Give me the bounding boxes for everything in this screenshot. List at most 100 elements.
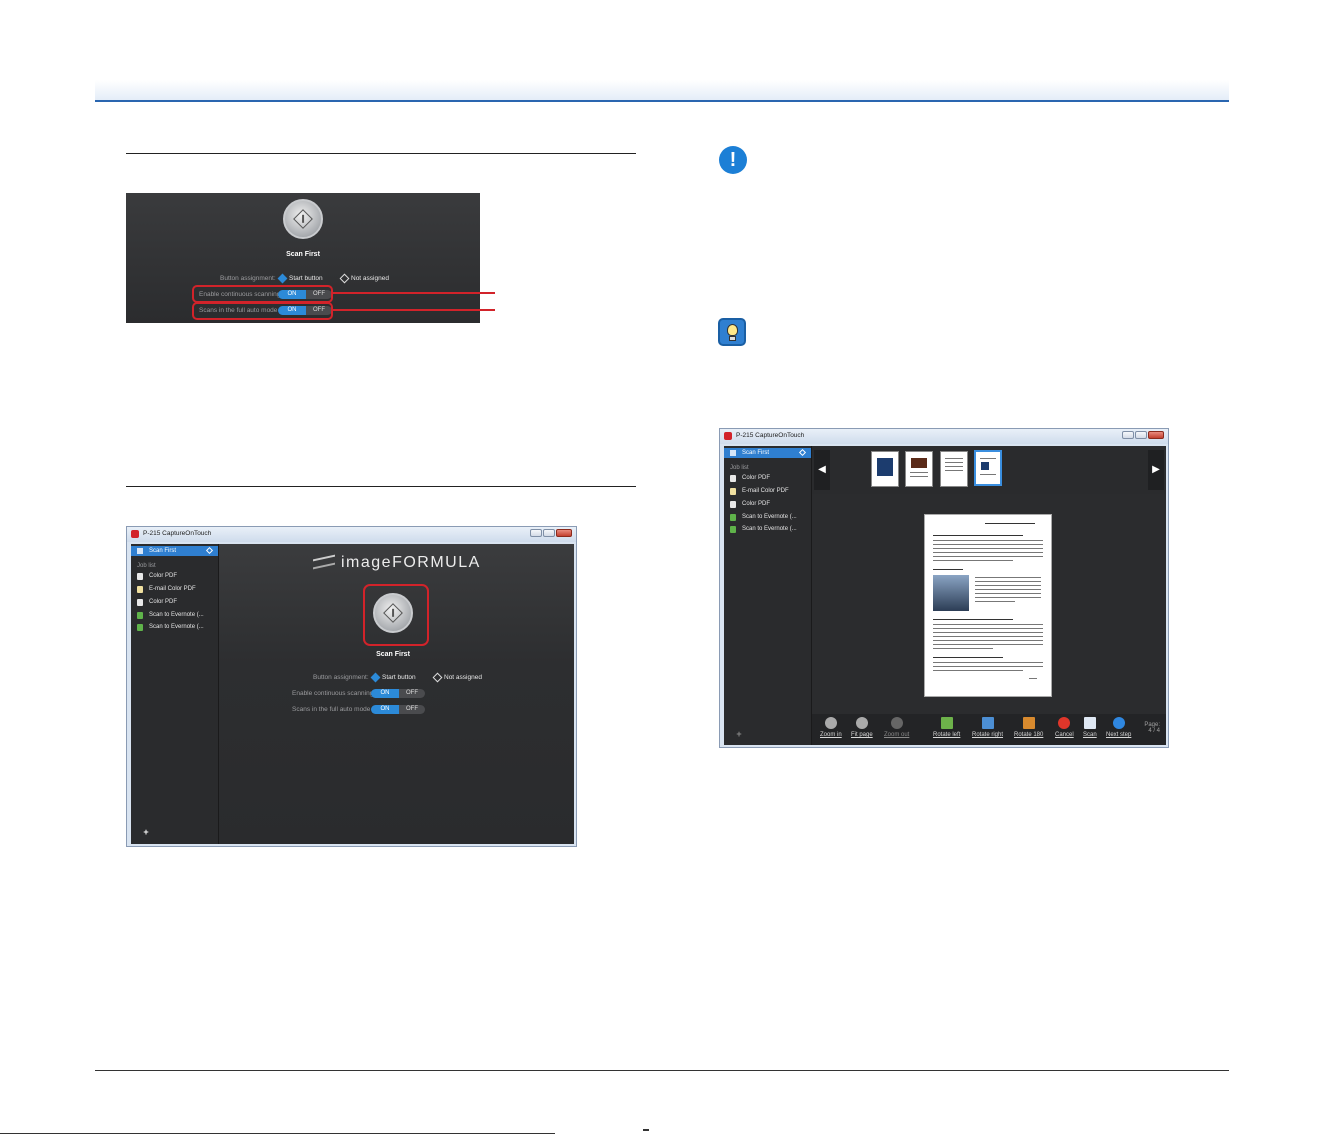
- important-exclamation-icon: !: [719, 146, 747, 174]
- close-button[interactable]: [1148, 431, 1164, 439]
- pdf-icon: [730, 501, 736, 508]
- full-auto-label: Scans in the full auto mode: [292, 706, 371, 713]
- pdf-icon: [137, 573, 143, 580]
- scan-icon: [1083, 717, 1096, 729]
- thumbnail-strip: ◀ ▶: [812, 446, 1166, 494]
- window-title-bar: P-215 CaptureOnTouch: [720, 429, 1168, 444]
- cancel-icon: [1058, 717, 1071, 729]
- evernote-icon: [137, 624, 143, 631]
- maximize-button[interactable]: [1135, 431, 1147, 439]
- callout-box-continuous: [192, 285, 333, 303]
- capture-window-main: P-215 CaptureOnTouch Scan First Job list…: [126, 526, 577, 847]
- page-indicator: Page: 4 / 4: [1144, 722, 1160, 734]
- callout-box-start-button: [363, 584, 429, 646]
- add-job-button[interactable]: +: [734, 729, 744, 739]
- scroll-right-button[interactable]: ▶: [1148, 450, 1164, 490]
- footer-rule: [95, 1070, 1229, 1071]
- close-button[interactable]: [556, 529, 572, 537]
- section-rule-1: [126, 153, 636, 154]
- sidebar-item-job[interactable]: Scan to Evernote (...: [730, 526, 797, 533]
- next-step-arrow-icon: [1112, 717, 1125, 729]
- page-thumbnail[interactable]: [905, 451, 933, 487]
- header-band: [95, 80, 1229, 100]
- button-assignment-label: Button assignment:: [313, 674, 369, 681]
- zoom-in-icon: [824, 717, 837, 729]
- sidebar-item-scan-first[interactable]: Scan First: [724, 448, 811, 458]
- sidebar-item-job[interactable]: E-mail Color PDF: [730, 488, 789, 495]
- footer-mark: [643, 1129, 649, 1131]
- viewer-toolbar: Zoom in Fit page Zoom out Rotate left Ro…: [812, 714, 1166, 745]
- evernote-icon: [730, 526, 736, 533]
- page-thumbnail[interactable]: [871, 451, 899, 487]
- document-photo: [933, 575, 969, 611]
- radio-unselected-icon: [339, 273, 350, 284]
- scroll-left-button[interactable]: ◀: [814, 450, 830, 490]
- zoom-in-button[interactable]: Zoom in: [820, 717, 842, 738]
- rotate-left-button[interactable]: Rotate left: [933, 717, 960, 738]
- zoom-out-button[interactable]: Zoom out: [884, 717, 909, 738]
- full-auto-toggle[interactable]: ON OFF: [371, 705, 425, 714]
- window-title-bar: P-215 CaptureOnTouch: [127, 527, 576, 542]
- app-icon: [724, 432, 732, 440]
- job-name-label: Scan First: [376, 651, 410, 658]
- job-sidebar: Scan First Job list Color PDF E-mail Col…: [724, 446, 812, 745]
- email-icon: [730, 488, 736, 495]
- window-controls: [1122, 431, 1164, 439]
- email-icon: [137, 586, 143, 593]
- capture-window-viewer: P-215 CaptureOnTouch Scan First Job list…: [719, 428, 1169, 748]
- add-job-button[interactable]: +: [141, 827, 151, 837]
- job-icon: [137, 548, 143, 554]
- page-thumbnail[interactable]: [940, 451, 968, 487]
- sidebar-item-job[interactable]: Color PDF: [730, 475, 770, 482]
- not-assigned-option[interactable]: Not assigned: [339, 273, 389, 284]
- maximize-button[interactable]: [543, 529, 555, 537]
- continuous-scanning-toggle[interactable]: ON OFF: [371, 689, 425, 698]
- section-rule-2: [126, 486, 636, 487]
- continuous-scanning-label: Enable continuous scanning: [292, 690, 374, 697]
- cancel-button[interactable]: Cancel: [1055, 717, 1074, 738]
- minimize-button[interactable]: [530, 529, 542, 537]
- start-button-option[interactable]: Start button: [370, 672, 416, 683]
- header-rule: [95, 100, 1229, 102]
- window-controls: [530, 529, 572, 537]
- evernote-icon: [730, 514, 736, 521]
- sidebar-item-scan-first[interactable]: Scan First: [131, 546, 218, 556]
- logo-wave-icon: [313, 554, 335, 570]
- job-icon: [730, 450, 736, 456]
- rotate-right-button[interactable]: Rotate right: [972, 717, 1003, 738]
- rotate-180-button[interactable]: Rotate 180: [1014, 717, 1043, 738]
- pdf-icon: [137, 599, 143, 606]
- fit-page-button[interactable]: Fit page: [851, 717, 873, 738]
- callout-line-continuous: [333, 292, 495, 294]
- button-assignment-label: Button assignment:: [220, 275, 276, 282]
- not-assigned-option[interactable]: Not assigned: [432, 672, 482, 683]
- sidebar-item-job[interactable]: E-mail Color PDF: [137, 586, 196, 593]
- callout-line-full-auto: [333, 309, 495, 311]
- sidebar-item-job[interactable]: Color PDF: [137, 599, 177, 606]
- start-button-icon: [798, 448, 807, 457]
- imageformula-logo: imageFORMULA: [313, 554, 481, 572]
- start-button-option[interactable]: Start button: [277, 273, 323, 284]
- sidebar-item-job[interactable]: Color PDF: [730, 501, 770, 508]
- evernote-icon: [137, 612, 143, 619]
- sidebar-item-job[interactable]: Color PDF: [137, 573, 177, 580]
- hint-lightbulb-icon: [718, 318, 746, 346]
- start-icon: [293, 209, 313, 229]
- rotate-left-icon: [940, 717, 953, 729]
- rotate-180-icon: [1022, 717, 1035, 729]
- sidebar-item-job[interactable]: Scan to Evernote (...: [730, 514, 797, 521]
- scanned-page-preview: [924, 514, 1052, 697]
- start-button[interactable]: [283, 199, 323, 239]
- preview-panel: [812, 494, 1166, 715]
- sidebar-item-job[interactable]: Scan to Evernote (...: [137, 612, 204, 619]
- job-list-heading: Job list: [730, 465, 749, 471]
- zoom-out-icon: [890, 717, 903, 729]
- page-thumbnail-selected[interactable]: [974, 450, 1002, 486]
- job-list-heading: Job list: [137, 563, 156, 569]
- minimize-button[interactable]: [1122, 431, 1134, 439]
- pdf-icon: [730, 475, 736, 482]
- rotate-right-icon: [981, 717, 994, 729]
- scan-button[interactable]: Scan: [1083, 717, 1097, 738]
- next-step-button[interactable]: Next step: [1106, 717, 1131, 738]
- sidebar-item-job[interactable]: Scan to Evernote (...: [137, 624, 204, 631]
